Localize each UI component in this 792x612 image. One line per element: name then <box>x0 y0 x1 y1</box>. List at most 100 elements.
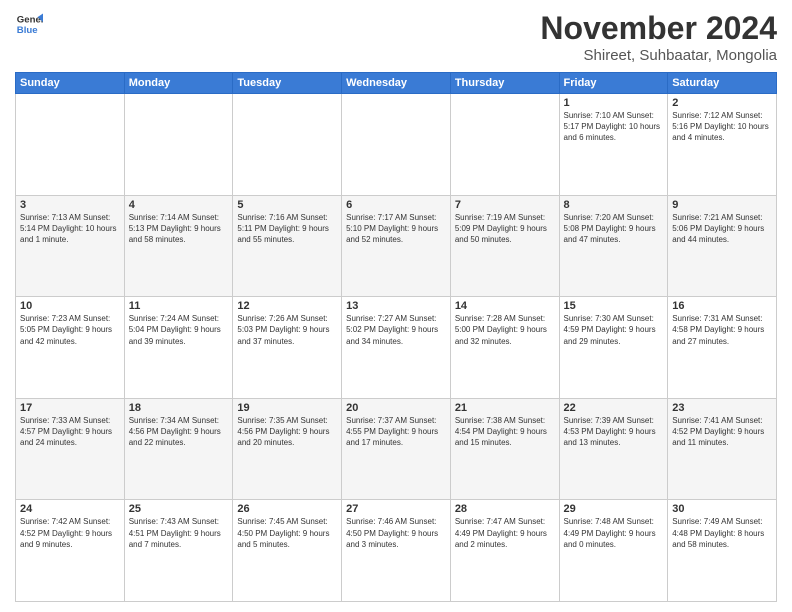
week-row-3: 17Sunrise: 7:33 AM Sunset: 4:57 PM Dayli… <box>16 398 777 500</box>
day-number: 20 <box>346 402 446 414</box>
day-number: 15 <box>564 300 664 312</box>
day-info: Sunrise: 7:42 AM Sunset: 4:52 PM Dayligh… <box>20 516 120 550</box>
subtitle: Shireet, Suhbaatar, Mongolia <box>540 47 777 64</box>
day-info: Sunrise: 7:26 AM Sunset: 5:03 PM Dayligh… <box>237 313 337 347</box>
day-info: Sunrise: 7:16 AM Sunset: 5:11 PM Dayligh… <box>237 212 337 246</box>
day-number: 9 <box>672 199 772 211</box>
day-info: Sunrise: 7:35 AM Sunset: 4:56 PM Dayligh… <box>237 415 337 449</box>
day-cell-3-5: 22Sunrise: 7:39 AM Sunset: 4:53 PM Dayli… <box>559 398 668 500</box>
header: General Blue November 2024 Shireet, Suhb… <box>15 10 777 64</box>
day-number: 24 <box>20 503 120 515</box>
day-number: 10 <box>20 300 120 312</box>
day-info: Sunrise: 7:24 AM Sunset: 5:04 PM Dayligh… <box>129 313 229 347</box>
day-cell-1-0: 3Sunrise: 7:13 AM Sunset: 5:14 PM Daylig… <box>16 195 125 297</box>
day-cell-0-0 <box>16 94 125 196</box>
svg-text:General: General <box>17 14 43 25</box>
day-number: 2 <box>672 97 772 109</box>
day-number: 11 <box>129 300 229 312</box>
day-cell-3-3: 20Sunrise: 7:37 AM Sunset: 4:55 PM Dayli… <box>342 398 451 500</box>
day-cell-4-4: 28Sunrise: 7:47 AM Sunset: 4:49 PM Dayli… <box>450 500 559 602</box>
day-info: Sunrise: 7:45 AM Sunset: 4:50 PM Dayligh… <box>237 516 337 550</box>
day-cell-4-1: 25Sunrise: 7:43 AM Sunset: 4:51 PM Dayli… <box>124 500 233 602</box>
day-number: 27 <box>346 503 446 515</box>
header-wednesday: Wednesday <box>342 73 451 94</box>
page: General Blue November 2024 Shireet, Suhb… <box>0 0 792 612</box>
day-info: Sunrise: 7:17 AM Sunset: 5:10 PM Dayligh… <box>346 212 446 246</box>
day-cell-2-1: 11Sunrise: 7:24 AM Sunset: 5:04 PM Dayli… <box>124 297 233 399</box>
day-cell-0-4 <box>450 94 559 196</box>
weekday-header-row: Sunday Monday Tuesday Wednesday Thursday… <box>16 73 777 94</box>
day-cell-3-4: 21Sunrise: 7:38 AM Sunset: 4:54 PM Dayli… <box>450 398 559 500</box>
day-cell-2-5: 15Sunrise: 7:30 AM Sunset: 4:59 PM Dayli… <box>559 297 668 399</box>
day-cell-3-6: 23Sunrise: 7:41 AM Sunset: 4:52 PM Dayli… <box>668 398 777 500</box>
day-cell-3-2: 19Sunrise: 7:35 AM Sunset: 4:56 PM Dayli… <box>233 398 342 500</box>
day-number: 28 <box>455 503 555 515</box>
day-number: 3 <box>20 199 120 211</box>
day-cell-2-6: 16Sunrise: 7:31 AM Sunset: 4:58 PM Dayli… <box>668 297 777 399</box>
day-info: Sunrise: 7:19 AM Sunset: 5:09 PM Dayligh… <box>455 212 555 246</box>
header-friday: Friday <box>559 73 668 94</box>
day-number: 16 <box>672 300 772 312</box>
day-number: 12 <box>237 300 337 312</box>
header-saturday: Saturday <box>668 73 777 94</box>
svg-text:Blue: Blue <box>17 25 38 36</box>
day-info: Sunrise: 7:48 AM Sunset: 4:49 PM Dayligh… <box>564 516 664 550</box>
day-info: Sunrise: 7:27 AM Sunset: 5:02 PM Dayligh… <box>346 313 446 347</box>
day-cell-3-1: 18Sunrise: 7:34 AM Sunset: 4:56 PM Dayli… <box>124 398 233 500</box>
day-number: 26 <box>237 503 337 515</box>
day-info: Sunrise: 7:47 AM Sunset: 4:49 PM Dayligh… <box>455 516 555 550</box>
day-number: 1 <box>564 97 664 109</box>
day-cell-1-6: 9Sunrise: 7:21 AM Sunset: 5:06 PM Daylig… <box>668 195 777 297</box>
day-number: 7 <box>455 199 555 211</box>
day-info: Sunrise: 7:21 AM Sunset: 5:06 PM Dayligh… <box>672 212 772 246</box>
calendar-table: Sunday Monday Tuesday Wednesday Thursday… <box>15 72 777 602</box>
week-row-1: 3Sunrise: 7:13 AM Sunset: 5:14 PM Daylig… <box>16 195 777 297</box>
day-cell-4-6: 30Sunrise: 7:49 AM Sunset: 4:48 PM Dayli… <box>668 500 777 602</box>
day-number: 6 <box>346 199 446 211</box>
title-section: November 2024 Shireet, Suhbaatar, Mongol… <box>540 10 777 64</box>
day-info: Sunrise: 7:49 AM Sunset: 4:48 PM Dayligh… <box>672 516 772 550</box>
header-monday: Monday <box>124 73 233 94</box>
week-row-0: 1Sunrise: 7:10 AM Sunset: 5:17 PM Daylig… <box>16 94 777 196</box>
day-info: Sunrise: 7:34 AM Sunset: 4:56 PM Dayligh… <box>129 415 229 449</box>
header-sunday: Sunday <box>16 73 125 94</box>
day-number: 30 <box>672 503 772 515</box>
day-info: Sunrise: 7:23 AM Sunset: 5:05 PM Dayligh… <box>20 313 120 347</box>
logo-icon: General Blue <box>15 10 43 38</box>
day-info: Sunrise: 7:46 AM Sunset: 4:50 PM Dayligh… <box>346 516 446 550</box>
day-number: 5 <box>237 199 337 211</box>
day-info: Sunrise: 7:10 AM Sunset: 5:17 PM Dayligh… <box>564 110 664 144</box>
day-number: 4 <box>129 199 229 211</box>
day-info: Sunrise: 7:37 AM Sunset: 4:55 PM Dayligh… <box>346 415 446 449</box>
header-tuesday: Tuesday <box>233 73 342 94</box>
day-cell-1-3: 6Sunrise: 7:17 AM Sunset: 5:10 PM Daylig… <box>342 195 451 297</box>
day-info: Sunrise: 7:20 AM Sunset: 5:08 PM Dayligh… <box>564 212 664 246</box>
day-info: Sunrise: 7:43 AM Sunset: 4:51 PM Dayligh… <box>129 516 229 550</box>
day-cell-2-2: 12Sunrise: 7:26 AM Sunset: 5:03 PM Dayli… <box>233 297 342 399</box>
day-cell-1-4: 7Sunrise: 7:19 AM Sunset: 5:09 PM Daylig… <box>450 195 559 297</box>
day-cell-0-1 <box>124 94 233 196</box>
day-cell-4-2: 26Sunrise: 7:45 AM Sunset: 4:50 PM Dayli… <box>233 500 342 602</box>
week-row-2: 10Sunrise: 7:23 AM Sunset: 5:05 PM Dayli… <box>16 297 777 399</box>
day-info: Sunrise: 7:13 AM Sunset: 5:14 PM Dayligh… <box>20 212 120 246</box>
day-info: Sunrise: 7:41 AM Sunset: 4:52 PM Dayligh… <box>672 415 772 449</box>
logo: General Blue <box>15 10 43 38</box>
month-title: November 2024 <box>540 10 777 47</box>
day-cell-2-3: 13Sunrise: 7:27 AM Sunset: 5:02 PM Dayli… <box>342 297 451 399</box>
day-cell-2-4: 14Sunrise: 7:28 AM Sunset: 5:00 PM Dayli… <box>450 297 559 399</box>
day-number: 29 <box>564 503 664 515</box>
day-number: 22 <box>564 402 664 414</box>
day-cell-2-0: 10Sunrise: 7:23 AM Sunset: 5:05 PM Dayli… <box>16 297 125 399</box>
day-info: Sunrise: 7:39 AM Sunset: 4:53 PM Dayligh… <box>564 415 664 449</box>
day-info: Sunrise: 7:33 AM Sunset: 4:57 PM Dayligh… <box>20 415 120 449</box>
day-cell-1-2: 5Sunrise: 7:16 AM Sunset: 5:11 PM Daylig… <box>233 195 342 297</box>
day-cell-1-1: 4Sunrise: 7:14 AM Sunset: 5:13 PM Daylig… <box>124 195 233 297</box>
header-thursday: Thursday <box>450 73 559 94</box>
day-number: 23 <box>672 402 772 414</box>
day-cell-0-5: 1Sunrise: 7:10 AM Sunset: 5:17 PM Daylig… <box>559 94 668 196</box>
day-number: 17 <box>20 402 120 414</box>
day-number: 21 <box>455 402 555 414</box>
day-number: 19 <box>237 402 337 414</box>
day-number: 25 <box>129 503 229 515</box>
day-cell-0-6: 2Sunrise: 7:12 AM Sunset: 5:16 PM Daylig… <box>668 94 777 196</box>
